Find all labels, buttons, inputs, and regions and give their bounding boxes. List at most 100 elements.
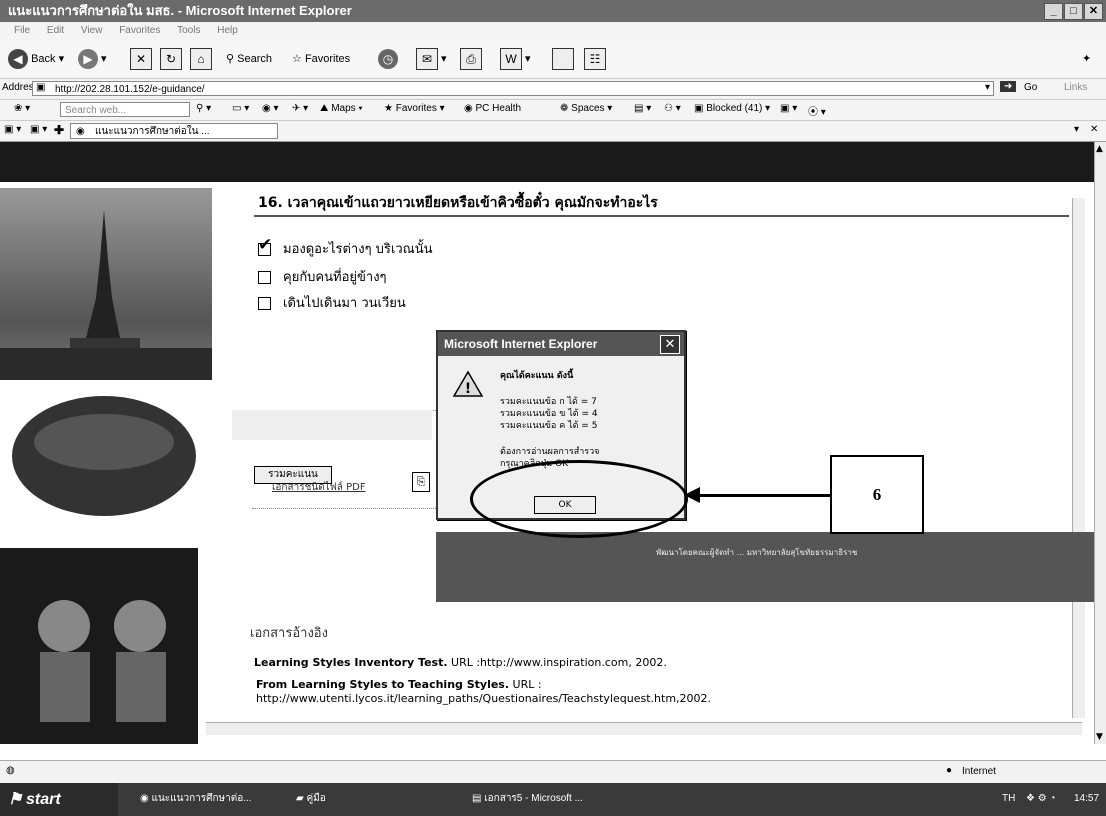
address-input[interactable]: http://202.28.101.152/e-guidance/	[32, 81, 994, 96]
arrow-head-icon	[684, 487, 700, 503]
zone-label: Internet	[962, 766, 996, 777]
color-icon[interactable]: ◉ ▾	[262, 103, 279, 114]
footer-text: พัฒนาโดยคณะผู้จัดทำ ... มหาวิทยาลัยสุโขท…	[656, 548, 858, 557]
checkbox-checked[interactable]	[258, 235, 272, 256]
favorites-toolbar-label: Favorites	[395, 103, 437, 114]
toolbar-extra-icon[interactable]: ▤ ▾	[634, 103, 651, 114]
tab-dropdown-icon[interactable]: ▾	[1074, 124, 1079, 135]
annotation-arrow	[700, 494, 832, 497]
home-button[interactable]: ⌂	[190, 48, 212, 71]
taskbar-item-browser[interactable]: ◉ แนะแนวการศึกษาต่อ...	[140, 789, 252, 809]
search-toolbar: ❀ ▾ Search web... ⚲ ▾ ▭ ▾ ◉ ▾ ✈ ▾ ⛰ Maps…	[0, 100, 1106, 121]
settings-icon[interactable]: ▣ ▾	[780, 103, 797, 114]
dialog-close-button[interactable]: ✕	[660, 335, 680, 354]
scroll-up-icon[interactable]: ▲	[1096, 144, 1103, 154]
edit-button[interactable]: W ▾	[500, 48, 531, 71]
messenger-toolbar-icon[interactable]: ✈ ▾	[292, 103, 308, 114]
start-button[interactable]: ⚑ start	[0, 783, 118, 816]
inner-vertical-scrollbar[interactable]	[1072, 198, 1085, 718]
messenger-icon: ☷	[584, 48, 606, 71]
option-2[interactable]: คุยกับคนที่อยู่ข้างๆ	[258, 266, 387, 287]
favorites-label: Favorites	[304, 53, 351, 65]
menu-file[interactable]: File	[14, 22, 30, 40]
go-button[interactable]: Go	[1024, 82, 1037, 93]
scroll-down-icon[interactable]: ▼	[1096, 732, 1103, 742]
close-button[interactable]: ✕	[1084, 3, 1103, 20]
pc-health-button[interactable]: ◉ PC Health	[464, 103, 521, 114]
mail-icon: ✉	[416, 48, 438, 71]
print-button[interactable]: ⎙	[460, 48, 482, 71]
people-icon[interactable]: ⚇ ▾	[664, 103, 681, 114]
checkbox[interactable]	[258, 271, 271, 284]
menu-tools[interactable]: Tools	[177, 22, 200, 40]
search-label: Search	[237, 53, 272, 65]
dolls-photo	[0, 548, 198, 744]
taskbar-item-word[interactable]: ▤ เอกสาร5 - Microsoft ...	[472, 789, 583, 809]
highlight-icon[interactable]: ▭ ▾	[232, 103, 249, 114]
menu-edit[interactable]: Edit	[47, 22, 64, 40]
favorites-button[interactable]: ☆ Favorites	[292, 48, 350, 70]
crowd-photo	[0, 382, 212, 530]
blocked-popups-button[interactable]: ▣ Blocked (41) ▾	[694, 103, 770, 114]
links-button[interactable]: Links	[1064, 82, 1087, 93]
window-title-bar: แนะแนวการศึกษาต่อใน มสธ. - Microsoft Int…	[0, 0, 1106, 22]
search-input[interactable]: Search web...	[60, 102, 190, 117]
checkbox[interactable]	[258, 297, 271, 310]
history-icon: ◷	[378, 49, 398, 70]
forward-button[interactable]: ▶ ▾	[78, 48, 107, 70]
menu-favorites[interactable]: Favorites	[119, 22, 160, 40]
divider	[252, 508, 452, 510]
new-tab-icon[interactable]: ✚	[54, 123, 64, 137]
language-indicator[interactable]: TH	[1002, 789, 1015, 809]
option-3[interactable]: เดินไปเดินมา วนเวียน	[258, 292, 406, 313]
ie-page-icon: ◉	[76, 126, 85, 137]
search-go-icon[interactable]: ⚲ ▾	[196, 103, 211, 114]
pdf-icon[interactable]: ⎘	[412, 472, 430, 492]
minimize-button[interactable]: _	[1044, 3, 1063, 20]
reference-1-title: Learning Styles Inventory Test.	[254, 656, 448, 669]
maps-button[interactable]: ⛰ Maps ▾	[320, 103, 363, 114]
reference-2-title: From Learning Styles to Teaching Styles.	[256, 678, 510, 691]
favorites-toolbar-button[interactable]: ★ Favorites ▾	[384, 103, 445, 114]
internet-zone-icon: ●	[946, 765, 953, 776]
option-1[interactable]: มองดูอะไรต่างๆ บริเวณนั้น	[258, 235, 433, 259]
reference-2-url[interactable]: http://www.utenti.lycos.it/learning_path…	[256, 692, 711, 705]
refresh-button[interactable]: ↻	[160, 48, 182, 71]
window-title: แนะแนวการศึกษาต่อใน มสธ. - Microsoft Int…	[8, 3, 352, 18]
history-button[interactable]: ◷	[378, 48, 398, 70]
tab-list-icon[interactable]: ▣ ▾	[4, 124, 21, 135]
quick-tabs-icon[interactable]: ▣ ▾	[30, 124, 47, 135]
step-callout: 6	[830, 455, 924, 534]
window-vertical-scrollbar[interactable]: ▲ ▼	[1094, 142, 1106, 744]
mail-button[interactable]: ✉ ▾	[416, 48, 447, 71]
help-icon[interactable]: ⦿ ▾	[808, 103, 826, 118]
maps-label: Maps	[331, 103, 356, 114]
msn-icon[interactable]: ❀ ▾	[14, 103, 30, 114]
discuss-button[interactable]	[552, 48, 574, 71]
pdf-link[interactable]: เอกสารชนิดไฟล์ PDF	[272, 480, 366, 495]
maximize-button[interactable]: □	[1064, 3, 1083, 20]
address-dropdown-icon[interactable]: ▾	[985, 82, 990, 93]
back-button[interactable]: ◀ Back ▾	[8, 48, 64, 70]
windows-logo-icon: ✦	[1082, 53, 1092, 65]
refresh-icon: ↻	[160, 48, 182, 71]
option-2-label: คุยกับคนที่อยู่ข้างๆ	[283, 270, 387, 285]
menu-help[interactable]: Help	[217, 22, 238, 40]
tab-guidance[interactable]: ◉ แนะแนวการศึกษาต่อใน ...	[70, 123, 278, 139]
stop-icon: ✕	[130, 48, 152, 71]
stop-button[interactable]: ✕	[130, 48, 152, 71]
windows-flag-icon: ⚑	[8, 791, 23, 808]
go-arrow-icon[interactable]: ➜	[1000, 81, 1017, 92]
page-footer-band: พัฒนาโดยคณะผู้จัดทำ ... มหาวิทยาลัยสุโขท…	[436, 532, 1094, 602]
inner-horizontal-scrollbar[interactable]	[206, 722, 1082, 735]
taskbar-item-folder[interactable]: ▰ คู่มือ	[296, 789, 326, 809]
address-bar: Address http://202.28.101.152/e-guidance…	[0, 79, 1106, 100]
spaces-button[interactable]: ❁ Spaces ▾	[560, 103, 612, 114]
back-arrow-icon: ◀	[8, 49, 28, 70]
tab-close-icon[interactable]: ✕	[1090, 124, 1098, 135]
discuss-icon	[552, 48, 574, 71]
tray-icons: ❖ ⚙ ◔	[1026, 793, 1056, 804]
messenger-button[interactable]: ☷	[584, 48, 606, 71]
search-button[interactable]: ⚲ Search	[226, 48, 272, 70]
menu-view[interactable]: View	[81, 22, 103, 40]
